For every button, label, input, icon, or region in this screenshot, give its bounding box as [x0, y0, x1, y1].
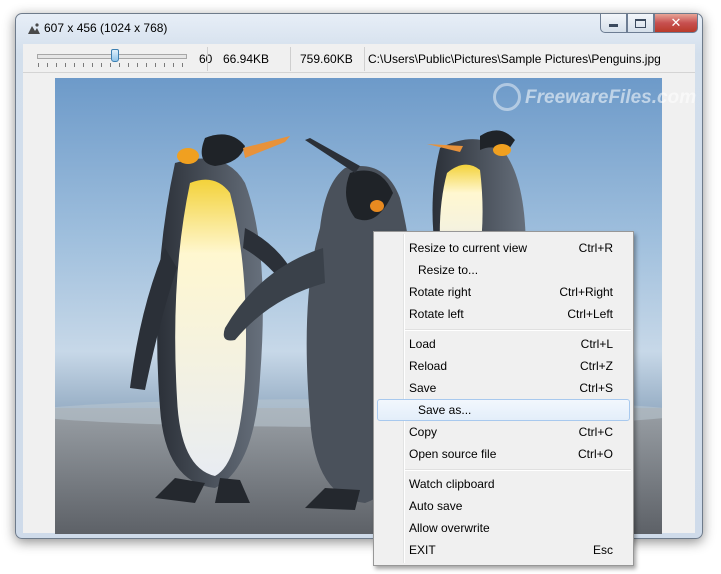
menu-item-label: Rotate left [409, 307, 464, 321]
menu-item-label: Rotate right [409, 285, 472, 299]
menu-item-label: EXIT [409, 543, 436, 557]
minimize-button[interactable] [600, 14, 627, 33]
menu-separator [405, 329, 631, 331]
menu-separator [405, 469, 631, 471]
maximize-button[interactable] [627, 14, 654, 33]
menu-item-watch-clipboard[interactable]: Watch clipboard [377, 473, 630, 495]
zoom-slider-ticks [38, 63, 184, 67]
watermark-logo-icon [493, 83, 521, 111]
menu-item-label: Resize to... [418, 263, 479, 277]
toolbar-divider [207, 47, 208, 71]
menu-item-shortcut: Ctrl+O [577, 447, 613, 461]
status-toolbar: 60 66.94KB 759.60KB C:\Users\Public\Pict… [23, 44, 695, 73]
menu-item-shortcut: Ctrl+R [578, 241, 613, 255]
maximize-icon [635, 18, 646, 28]
menu-item-save-as[interactable]: Save as... [377, 399, 630, 421]
menu-item-label: Resize to current view [409, 241, 528, 255]
minimize-icon [609, 24, 618, 27]
menu-item-shortcut: Esc [592, 543, 613, 557]
menu-item-shortcut: Ctrl+Left [567, 307, 613, 321]
menu-item-shortcut: Ctrl+C [578, 425, 613, 439]
menu-item-shortcut: Ctrl+Right [559, 285, 613, 299]
menu-item-open-source-file[interactable]: Open source file Ctrl+O [377, 443, 630, 465]
menu-item-label: Save as... [418, 403, 472, 417]
menu-item-shortcut: Ctrl+L [580, 337, 613, 351]
menu-item-label: Load [409, 337, 436, 351]
zoom-slider-thumb[interactable] [111, 49, 119, 62]
menu-item-copy[interactable]: Copy Ctrl+C [377, 421, 630, 443]
window-title: 607 x 456 (1024 x 768) [44, 21, 168, 35]
menu-item-exit[interactable]: EXIT Esc [377, 539, 630, 561]
menu-item-load[interactable]: Load Ctrl+L [377, 333, 630, 355]
menu-item-label: Open source file [409, 447, 497, 461]
menu-item-label: Reload [409, 359, 448, 373]
menu-item-reload[interactable]: Reload Ctrl+Z [377, 355, 630, 377]
menu-item-label: Watch clipboard [409, 477, 495, 491]
menu-item-label: Auto save [409, 499, 463, 513]
app-icon[interactable] [27, 22, 41, 36]
toolbar-divider [364, 47, 365, 71]
menu-item-label: Allow overwrite [409, 521, 490, 535]
menu-item-rotate-left[interactable]: Rotate left Ctrl+Left [377, 303, 630, 325]
file-path-label: C:\Users\Public\Pictures\Sample Pictures… [368, 52, 661, 66]
menu-item-shortcut: Ctrl+Z [580, 359, 613, 373]
menu-item-label: Save [409, 381, 437, 395]
context-menu: Resize to current view Ctrl+R Resize to.… [373, 231, 634, 566]
menu-item-resize-to[interactable]: Resize to... [377, 259, 630, 281]
zoom-slider[interactable]: 60 [33, 48, 213, 70]
memory-size-label: 759.60KB [300, 52, 353, 66]
file-size-label: 66.94KB [223, 52, 270, 66]
title-bar[interactable]: 607 x 456 (1024 x 768) ✕ [16, 14, 702, 44]
menu-item-save[interactable]: Save Ctrl+S [377, 377, 630, 399]
close-icon: ✕ [670, 15, 682, 30]
close-button[interactable]: ✕ [654, 14, 698, 33]
menu-item-allow-overwrite[interactable]: Allow overwrite [377, 517, 630, 539]
menu-item-shortcut: Ctrl+S [579, 381, 613, 395]
toolbar-divider [290, 47, 291, 71]
menu-item-rotate-right[interactable]: Rotate right Ctrl+Right [377, 281, 630, 303]
caption-buttons: ✕ [600, 14, 698, 33]
watermark: FreewareFiles.com [493, 81, 696, 119]
menu-item-label: Copy [409, 425, 438, 439]
watermark-text: FreewareFiles.com [525, 87, 697, 108]
zoom-value: 60 [199, 52, 213, 66]
menu-item-auto-save[interactable]: Auto save [377, 495, 630, 517]
menu-item-resize-to-current-view[interactable]: Resize to current view Ctrl+R [377, 237, 630, 259]
